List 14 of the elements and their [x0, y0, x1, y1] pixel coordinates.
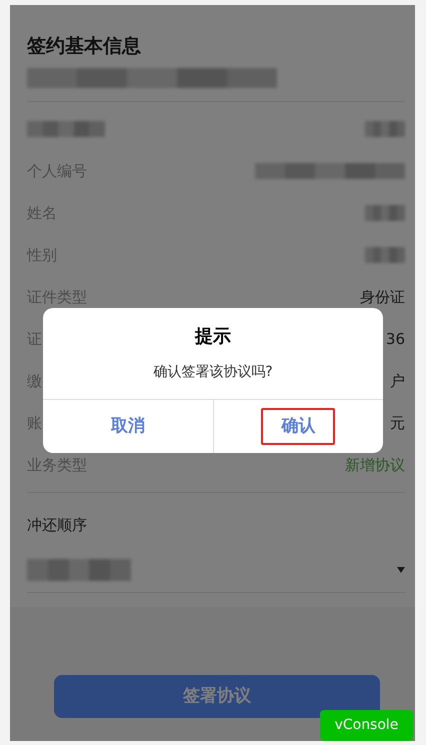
- debug-button[interactable]: vConsole: [320, 710, 413, 741]
- field-label: 冲还顺序: [27, 515, 88, 535]
- field-value: 新增协议: [345, 454, 405, 476]
- field-value: 户: [390, 370, 405, 392]
- sign-button[interactable]: 签署协议: [54, 675, 380, 718]
- dialog-title: 提示: [195, 325, 231, 349]
- page-title: 签约基本信息: [27, 34, 142, 59]
- dropdown-caret-icon: [397, 566, 405, 572]
- dialog-button[interactable]: 确认: [261, 408, 336, 446]
- dialog-button[interactable]: 取消: [90, 408, 165, 446]
- field-value: 36: [386, 328, 405, 350]
- dialog-message: 确认签署该协议吗?: [153, 363, 273, 382]
- field-value: 身份证: [360, 286, 405, 308]
- field-value: 元: [390, 412, 405, 434]
